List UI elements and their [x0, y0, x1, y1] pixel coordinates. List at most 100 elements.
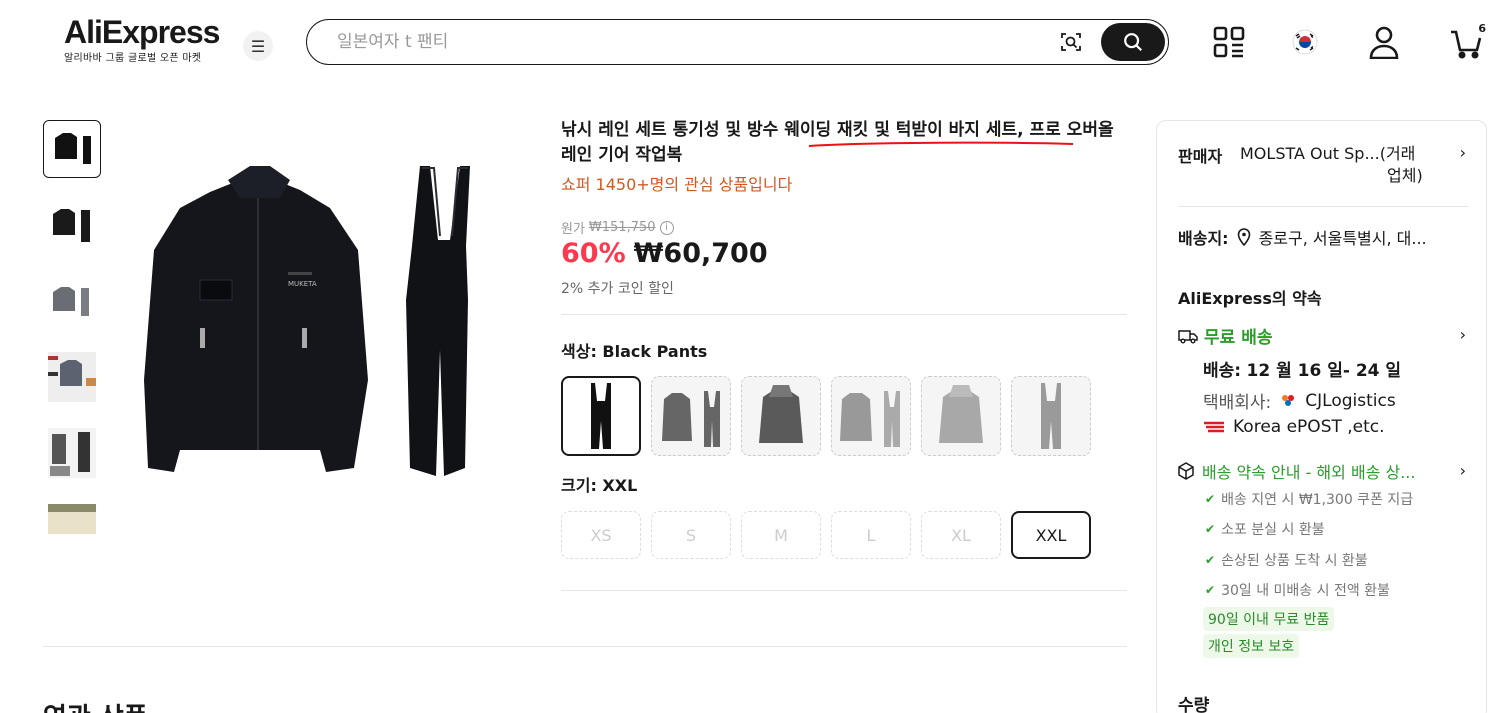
free-shipping-row[interactable]: 무료 배송: [1178, 323, 1272, 348]
cart-icon[interactable]: 6: [1448, 22, 1486, 60]
search-bar: [306, 19, 1169, 65]
interest-text: 쇼퍼 1450+명의 관심 상품입니다: [561, 175, 793, 194]
thumbnail-list: [43, 120, 101, 534]
delivery-label: 배송:: [1203, 361, 1242, 381]
korea-flag-icon[interactable]: [1287, 24, 1323, 60]
search-icon: [1124, 33, 1143, 52]
size-option-xl[interactable]: XL: [921, 511, 1001, 559]
free-shipping-label: 무료 배송: [1204, 328, 1273, 348]
header: AliExpress 알리바바 그룹 글로벌 오픈 마켓 ☰ 일본여자 t 팬티…: [0, 0, 1495, 90]
main-product-image[interactable]: MUKETA: [140, 150, 520, 490]
check-icon: ✔: [1205, 583, 1216, 597]
size-option-xxl[interactable]: XXL: [1011, 511, 1091, 559]
swatch-light-grey-set[interactable]: [831, 376, 911, 456]
thumbnail-4[interactable]: [43, 348, 101, 406]
size-option-l[interactable]: L: [831, 511, 911, 559]
seller-name-2: 업체): [1387, 166, 1423, 185]
color-swatches: [561, 376, 1091, 456]
seller-row[interactable]: 판매자: [1178, 143, 1222, 167]
original-price: ₩151,750: [588, 220, 656, 235]
red-underline-annotation: [808, 141, 1074, 147]
qr-code-icon[interactable]: [1211, 24, 1247, 60]
section-divider: [43, 646, 1127, 647]
size-option-m[interactable]: M: [741, 511, 821, 559]
promise-check-item: ✔ 30일 내 미배송 시 전액 환불: [1205, 580, 1390, 600]
original-price-row: 원가 ₩151,750 i: [561, 218, 674, 237]
promise-check-item: ✔ 소포 분실 시 환불: [1205, 519, 1325, 539]
thumbnail-5[interactable]: [43, 424, 101, 482]
carrier-1: CJLogistics: [1305, 390, 1396, 411]
location-pin-icon: [1237, 228, 1250, 246]
promise-check-item: ✔ 손상된 상품 도착 시 환불: [1205, 550, 1368, 570]
quantity-label: 수량: [1178, 696, 1210, 713]
search-input[interactable]: [337, 30, 1037, 54]
size-label-text: 크기:: [561, 476, 597, 495]
logo-subtitle: 알리바바 그룹 글로벌 오픈 마켓: [64, 53, 202, 64]
thumbnail-6[interactable]: [43, 500, 101, 534]
color-label: 색상: Black Pants: [561, 338, 707, 362]
account-icon[interactable]: [1366, 24, 1402, 60]
thumbnail-1[interactable]: [43, 120, 101, 178]
aliexpress-logo[interactable]: AliExpress 알리바바 그룹 글로벌 오픈 마켓: [64, 14, 224, 64]
check-icon: ✔: [1205, 492, 1216, 506]
ship-to-label: 배송지:: [1178, 229, 1229, 248]
size-value: XXL: [602, 476, 638, 495]
promise-guide-row[interactable]: 배송 약속 안내 - 해외 배송 상...: [1178, 459, 1415, 483]
size-option-xs[interactable]: XS: [561, 511, 641, 559]
logo-text: AliExpress: [64, 14, 220, 50]
divider: [561, 590, 1127, 591]
swatch-grey-pants[interactable]: [1011, 376, 1091, 456]
color-value: Black Pants: [602, 342, 708, 361]
korea-post-logo: [1204, 421, 1224, 433]
size-option-s[interactable]: S: [651, 511, 731, 559]
divider: [561, 314, 1127, 315]
cj-logistics-logo: [1282, 394, 1295, 406]
original-price-label: 원가: [561, 222, 585, 237]
carrier-row-2: Korea ePOST ,etc.: [1203, 417, 1385, 437]
swatch-light-grey-jacket[interactable]: [921, 376, 1001, 456]
check-text: 30일 내 미배송 시 전액 환불: [1221, 583, 1390, 599]
swatch-grey-set[interactable]: [651, 376, 731, 456]
delivery-row: 배송: 12 월 16 일- 24 일: [1203, 356, 1401, 381]
seller-name: MOLSTA Out Sp...(거래: [1240, 144, 1416, 163]
discount-percent: 60%: [561, 238, 626, 269]
chevron-right-icon[interactable]: ›: [1460, 143, 1466, 162]
info-icon[interactable]: i: [659, 220, 674, 235]
swatch-black-pants[interactable]: [561, 376, 641, 456]
cart-count: 6: [1478, 22, 1486, 35]
chevron-right-icon[interactable]: ›: [1460, 325, 1466, 344]
promise-guide-label: 배송 약속 안내 - 해외 배송 상...: [1202, 463, 1416, 482]
image-search-icon[interactable]: [1059, 30, 1083, 54]
ship-to-row[interactable]: 배송지: 종로구, 서울특별시, 대...: [1178, 225, 1427, 249]
jacket-brand-label: MUKETA: [288, 280, 317, 288]
divider: [1178, 206, 1468, 207]
box-icon: [1178, 462, 1194, 480]
check-text: 소포 분실 시 환불: [1221, 522, 1325, 538]
privacy-badge: 개인 정보 보호: [1203, 634, 1300, 658]
ship-to-value: 종로구, 서울특별시, 대...: [1258, 229, 1427, 248]
thumbnail-3[interactable]: [43, 272, 101, 330]
price-row: 60% ₩60,700: [561, 238, 768, 269]
check-icon: ✔: [1205, 553, 1216, 567]
menu-button[interactable]: ☰: [243, 31, 273, 61]
delivery-value: 12 월 16 일- 24 일: [1246, 361, 1402, 381]
truck-icon: [1178, 329, 1198, 343]
product-info: 낚시 레인 세트 통기성 및 방수 웨이딩 재킷 및 턱받이 바지 세트, 프로…: [561, 118, 1127, 591]
check-icon: ✔: [1205, 522, 1216, 536]
swatch-grey-jacket[interactable]: [741, 376, 821, 456]
carrier-2: Korea ePOST ,etc.: [1233, 417, 1385, 437]
carrier-row: 택배회사: CJLogistics: [1203, 388, 1396, 414]
size-label: 크기: XXL: [561, 472, 637, 496]
sale-price: ₩60,700: [633, 238, 768, 269]
free-return-badge: 90일 이내 무료 반품: [1203, 607, 1335, 631]
promise-title: AliExpress의 약속: [1178, 289, 1322, 308]
carrier-label: 택배회사:: [1203, 393, 1272, 413]
search-button[interactable]: [1101, 23, 1165, 61]
seller-name-block[interactable]: MOLSTA Out Sp...(거래 업체): [1240, 143, 1440, 187]
thumbnail-2[interactable]: [43, 196, 101, 254]
promise-check-item: ✔ 배송 지연 시 ₩1,300 쿠폰 지급: [1205, 489, 1413, 509]
size-options: XS S M L XL XXL: [561, 511, 1091, 559]
chevron-right-icon[interactable]: ›: [1460, 461, 1466, 480]
coin-discount: 2% 추가 코인 할인: [561, 281, 674, 297]
seller-label: 판매자: [1178, 147, 1223, 166]
